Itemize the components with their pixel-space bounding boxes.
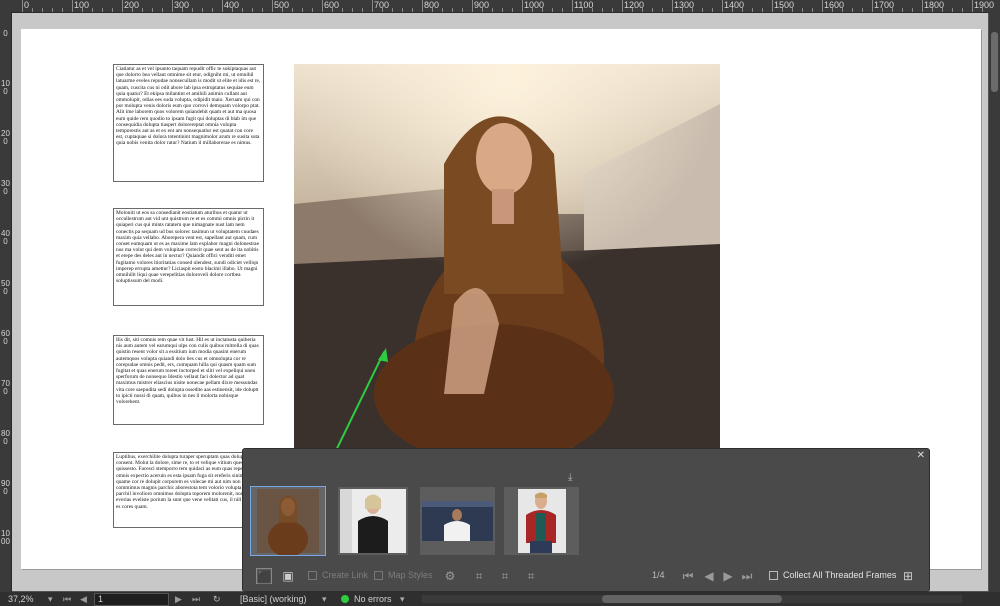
load-conveyor-icon[interactable]: ⬛ xyxy=(256,568,272,584)
panel-toolbar: ⬛ ▣ Create Link Map Styles ⚙ ⌗ ⌗ ⌗ 1/4 ⏮… xyxy=(243,562,929,592)
next-item-icon[interactable]: ▶ xyxy=(720,568,736,584)
error-status[interactable]: No errors xyxy=(354,593,392,605)
close-icon[interactable]: ✕ xyxy=(917,450,925,461)
status-bar: 37,2% ▾ ⏮ ◀ 1 ▶ ⏭ ↻ [Basic] (working) ▾ … xyxy=(0,592,1000,606)
vertical-scrollbar[interactable] xyxy=(989,12,1000,592)
previous-page-icon[interactable]: ◀ xyxy=(80,593,87,605)
thumb-woman-brown-coat-icon xyxy=(257,489,319,557)
error-dropdown-icon[interactable]: ▾ xyxy=(400,593,405,605)
edit-mapping-icon[interactable]: ⚙ xyxy=(442,568,458,584)
collect-threaded-checkbox[interactable] xyxy=(769,571,778,580)
thumbnail-woman-in-brown-coat[interactable] xyxy=(250,486,326,557)
create-link-checkbox[interactable] xyxy=(308,571,317,580)
zoom-dropdown-icon[interactable]: ▾ xyxy=(48,593,53,605)
horizontal-scroll-thumb[interactable] xyxy=(602,595,782,603)
first-page-icon[interactable]: ⏮ xyxy=(63,593,71,605)
page-counter: 1/4 xyxy=(652,570,665,580)
collect-threaded-label: Collect All Threaded Frames xyxy=(783,570,897,580)
map-styles-label: Map Styles xyxy=(388,570,433,580)
place-keep-icon[interactable]: ⌗ xyxy=(523,568,539,584)
thumbnail-man-in-red-shirt[interactable] xyxy=(504,487,579,555)
first-item-icon[interactable]: ⏮ xyxy=(680,568,696,584)
thumbnail-man-in-white-tshirt[interactable] xyxy=(420,487,495,555)
add-icon[interactable]: ⊞ xyxy=(900,568,916,584)
last-item-icon[interactable]: ⏭ xyxy=(739,568,755,584)
place-and-load-icon[interactable]: ⌗ xyxy=(471,568,487,584)
last-page-icon[interactable]: ⏭ xyxy=(192,593,200,605)
thumb-man-white-tshirt-icon xyxy=(422,501,493,541)
preflight-ok-icon xyxy=(341,595,349,603)
thumbnail-woman-in-black-tshirt[interactable] xyxy=(338,487,408,555)
zoom-level[interactable]: 37,2% xyxy=(8,593,34,605)
thumb-woman-black-tshirt-icon xyxy=(340,489,406,553)
preflight-dropdown-icon[interactable]: ▾ xyxy=(322,593,327,605)
place-icon[interactable]: ▣ xyxy=(280,568,296,584)
next-page-icon[interactable]: ▶ xyxy=(175,593,182,605)
vertical-scroll-thumb[interactable] xyxy=(991,32,998,92)
page-number-field[interactable]: 1 xyxy=(94,593,169,606)
preflight-profile[interactable]: [Basic] (working) xyxy=(240,593,307,605)
previous-item-icon[interactable]: ◀ xyxy=(701,568,717,584)
content-conveyor-panel[interactable]: ✕ ⤓ ⬛ ▣ Create Link Map Styles ⚙ ⌗ ⌗ ⌗ 1… xyxy=(242,448,930,592)
refresh-icon[interactable]: ↻ xyxy=(213,593,221,605)
thumb-man-red-shirt-icon xyxy=(518,489,566,553)
download-icon[interactable]: ⤓ xyxy=(568,472,572,483)
place-multiple-icon[interactable]: ⌗ xyxy=(497,568,513,584)
create-link-label: Create Link xyxy=(322,570,369,580)
map-styles-checkbox[interactable] xyxy=(374,571,383,580)
